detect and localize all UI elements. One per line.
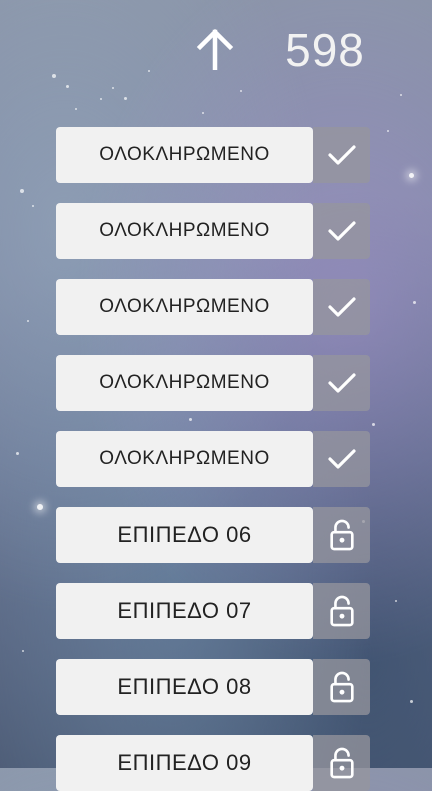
level-row: ΕΠΙΠΕΔΟ 07 — [56, 583, 370, 639]
check-icon — [327, 373, 356, 393]
level-button[interactable]: ΕΠΙΠΕΔΟ 08 — [56, 659, 313, 715]
level-label: ΕΠΙΠΕΔΟ 07 — [117, 598, 252, 623]
level-label: ΟΛΟΚΛΗΡΩΜΕΝΟ — [99, 144, 270, 165]
level-label: ΕΠΙΠΕΔΟ 09 — [117, 750, 252, 775]
status-tile — [313, 127, 370, 183]
level-button[interactable]: ΟΛΟΚΛΗΡΩΜΕΝΟ — [56, 127, 313, 183]
lock-icon — [329, 519, 354, 551]
level-button[interactable]: ΕΠΙΠΕΔΟ 07 — [56, 583, 313, 639]
level-row: ΟΛΟΚΛΗΡΩΜΕΝΟ — [56, 279, 370, 335]
level-label: ΕΠΙΠΕΔΟ 06 — [117, 522, 252, 547]
level-label: ΟΛΟΚΛΗΡΩΜΕΝΟ — [99, 296, 270, 317]
level-label: ΕΠΙΠΕΔΟ 08 — [117, 674, 252, 699]
check-icon — [327, 449, 356, 469]
level-list: ΟΛΟΚΛΗΡΩΜΕΝΟ ΟΛΟΚΛΗΡΩΜΕΝΟ ΟΛΟΚΛΗΡΩΜΕΝΟ Ο… — [0, 0, 432, 791]
status-tile — [313, 507, 370, 563]
level-button[interactable]: ΕΠΙΠΕΔΟ 09 — [56, 735, 313, 791]
status-tile — [313, 431, 370, 487]
check-icon — [327, 145, 356, 165]
level-button[interactable]: ΟΛΟΚΛΗΡΩΜΕΝΟ — [56, 355, 313, 411]
level-row: ΟΛΟΚΛΗΡΩΜΕΝΟ — [56, 127, 370, 183]
status-tile — [313, 735, 370, 791]
status-tile — [313, 659, 370, 715]
status-tile — [313, 583, 370, 639]
level-row: ΕΠΙΠΕΔΟ 06 — [56, 507, 370, 563]
level-button[interactable]: ΟΛΟΚΛΗΡΩΜΕΝΟ — [56, 203, 313, 259]
level-label: ΟΛΟΚΛΗΡΩΜΕΝΟ — [99, 220, 270, 241]
level-button[interactable]: ΟΛΟΚΛΗΡΩΜΕΝΟ — [56, 431, 313, 487]
level-label: ΟΛΟΚΛΗΡΩΜΕΝΟ — [99, 372, 270, 393]
level-row: ΟΛΟΚΛΗΡΩΜΕΝΟ — [56, 431, 370, 487]
lock-icon — [329, 595, 354, 627]
level-label: ΟΛΟΚΛΗΡΩΜΕΝΟ — [99, 448, 270, 469]
status-tile — [313, 203, 370, 259]
level-row: ΕΠΙΠΕΔΟ 09 — [56, 735, 370, 791]
status-tile — [313, 279, 370, 335]
lock-icon — [329, 747, 354, 779]
level-button[interactable]: ΕΠΙΠΕΔΟ 06 — [56, 507, 313, 563]
lock-icon — [329, 671, 354, 703]
level-row: ΕΠΙΠΕΔΟ 08 — [56, 659, 370, 715]
status-tile — [313, 355, 370, 411]
check-icon — [327, 297, 356, 317]
level-row: ΟΛΟΚΛΗΡΩΜΕΝΟ — [56, 355, 370, 411]
level-button[interactable]: ΟΛΟΚΛΗΡΩΜΕΝΟ — [56, 279, 313, 335]
level-row: ΟΛΟΚΛΗΡΩΜΕΝΟ — [56, 203, 370, 259]
check-icon — [327, 221, 356, 241]
